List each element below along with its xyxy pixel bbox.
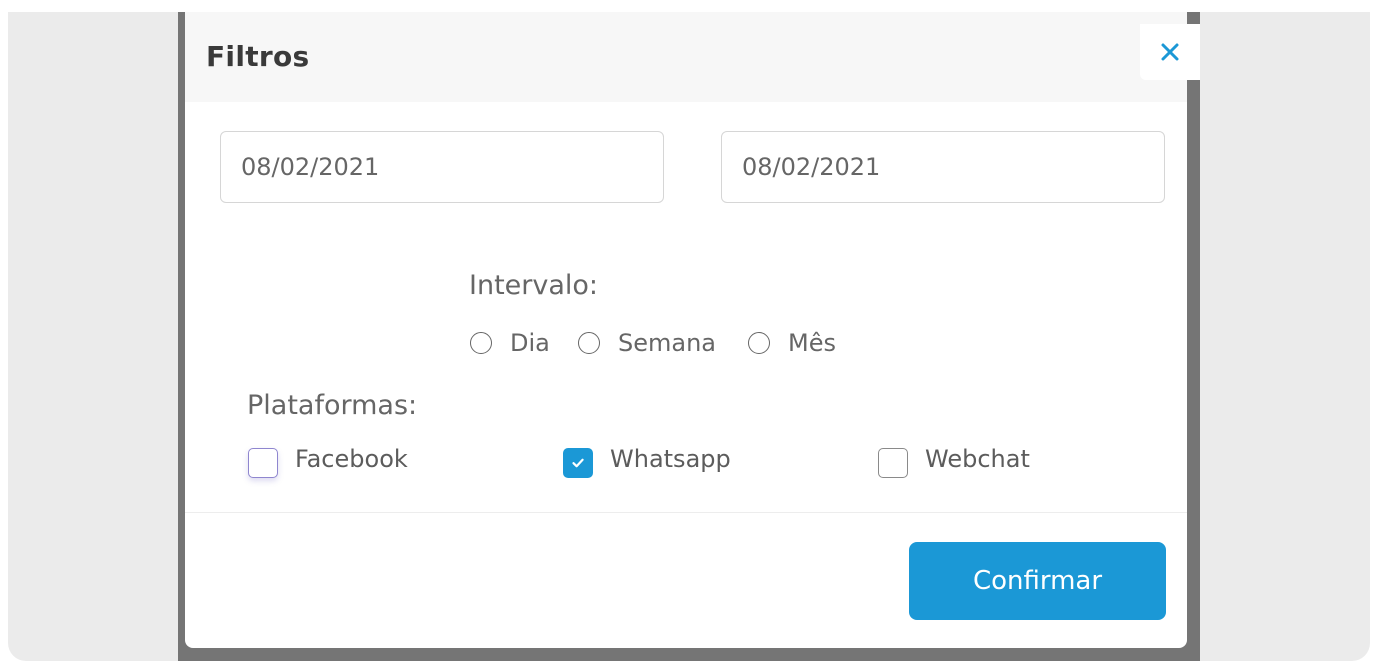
checkmark-icon: [572, 458, 584, 468]
modal-title: Filtros: [206, 40, 310, 73]
platforms-label: Plataformas:: [247, 390, 418, 421]
checkbox-box-facebook[interactable]: [248, 448, 278, 478]
radio-circle-icon[interactable]: [470, 332, 492, 354]
radio-circle-icon[interactable]: [578, 332, 600, 354]
interval-label: Intervalo:: [469, 270, 599, 301]
footer-divider: [185, 512, 1187, 513]
checkbox-label-whatsapp: Whatsapp: [610, 445, 731, 473]
radio-circle-icon[interactable]: [748, 332, 770, 354]
filters-modal: Filtros Intervalo: Dia Semana Mês Plataf…: [185, 12, 1187, 648]
checkbox-label-facebook: Facebook: [295, 445, 408, 473]
radio-label-semana: Semana: [618, 329, 717, 357]
close-icon: [1161, 43, 1179, 61]
start-date-input[interactable]: [220, 131, 664, 203]
checkbox-facebook[interactable]: Facebook: [248, 445, 408, 478]
radio-mes[interactable]: Mês: [748, 330, 836, 356]
modal-header: Filtros: [185, 12, 1187, 102]
checkbox-box-webchat[interactable]: [878, 448, 908, 478]
checkbox-webchat[interactable]: Webchat: [878, 445, 1030, 478]
radio-label-mes: Mês: [788, 329, 836, 357]
checkbox-whatsapp[interactable]: Whatsapp: [563, 445, 731, 478]
checkbox-label-webchat: Webchat: [925, 445, 1030, 473]
radio-label-dia: Dia: [510, 329, 550, 357]
radio-dia[interactable]: Dia: [470, 330, 550, 356]
close-button[interactable]: [1140, 24, 1200, 80]
end-date-input[interactable]: [721, 131, 1165, 203]
checkbox-box-whatsapp[interactable]: [563, 448, 593, 478]
radio-semana[interactable]: Semana: [578, 330, 716, 356]
screen-frame: Filtros Intervalo: Dia Semana Mês Plataf…: [8, 12, 1370, 661]
confirm-button[interactable]: Confirmar: [909, 542, 1166, 620]
